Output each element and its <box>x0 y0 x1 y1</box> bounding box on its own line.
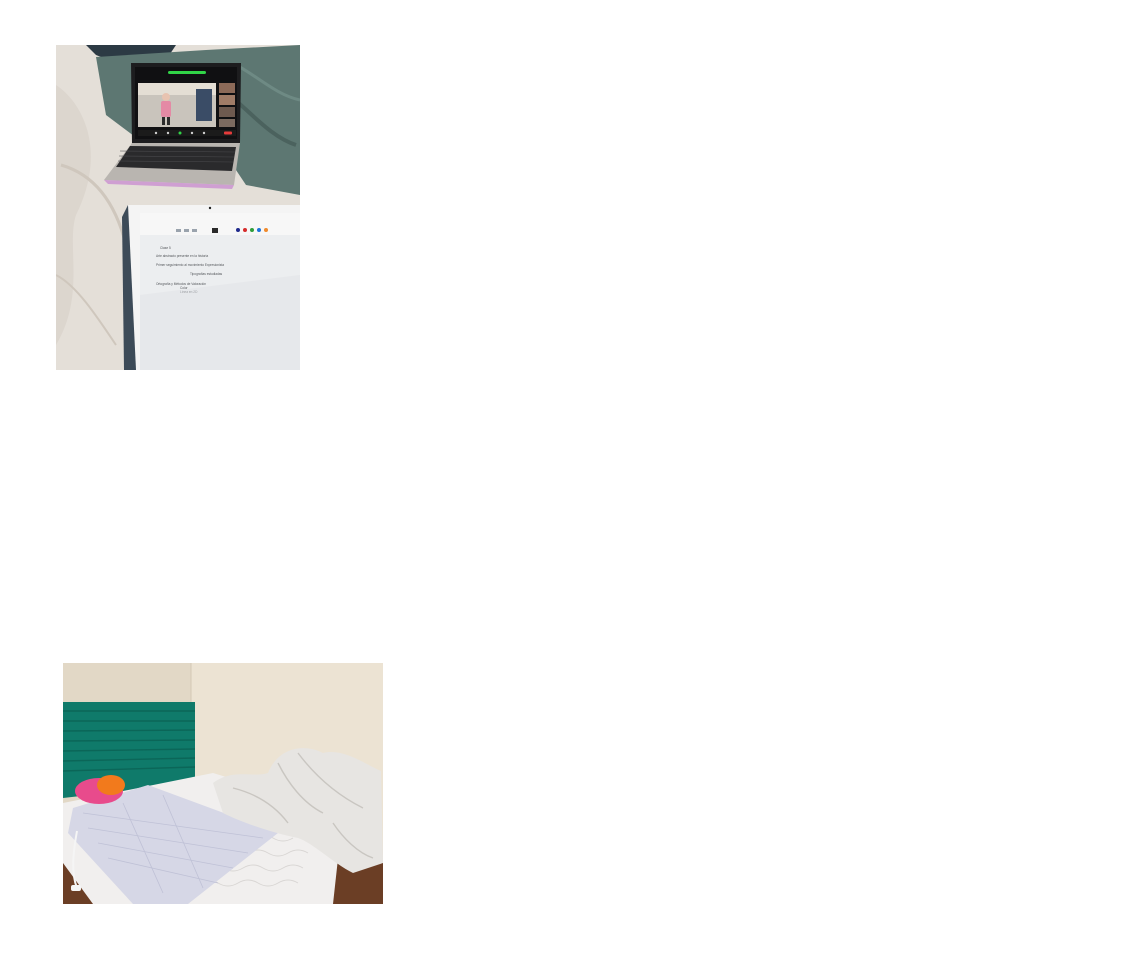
participant-thumb <box>219 107 235 117</box>
color-swatch <box>264 228 268 232</box>
participant-thumb <box>219 83 235 93</box>
bedroom-illustration <box>63 663 383 904</box>
participant-thumb <box>219 95 235 105</box>
color-swatch <box>257 228 261 232</box>
orange-clothing <box>97 775 125 795</box>
note-line: Clase 5 <box>160 246 171 250</box>
participant-thumb <box>219 119 235 127</box>
color-swatch <box>243 228 247 232</box>
note-line: Tipografías estudiadas <box>190 272 223 276</box>
meeting-status-bar <box>168 71 206 74</box>
notes-toolbar <box>140 213 300 235</box>
keyboard <box>116 146 236 171</box>
share-icon <box>178 131 182 135</box>
plug <box>71 885 81 891</box>
end-call-icon <box>224 131 232 135</box>
presenter <box>161 101 171 117</box>
bedroom-photo <box>63 663 383 904</box>
laptop-and-tablet-illustration: Clase 5 Arte abstracto presente en la hi… <box>56 45 300 370</box>
note-line: Arte abstracto presente en la historia <box>156 254 208 258</box>
color-swatch <box>236 228 240 232</box>
color-swatch <box>250 228 254 232</box>
pen-tool-icon <box>212 228 218 233</box>
note-line: Primer seguimiento al movimiento Expresi… <box>156 263 224 267</box>
meeting-toolbar <box>138 130 236 136</box>
laptop-and-tablet-photo: Clase 5 Arte abstracto presente en la hi… <box>56 45 300 370</box>
tablet: Clase 5 Arte abstracto presente en la hi… <box>122 205 300 370</box>
